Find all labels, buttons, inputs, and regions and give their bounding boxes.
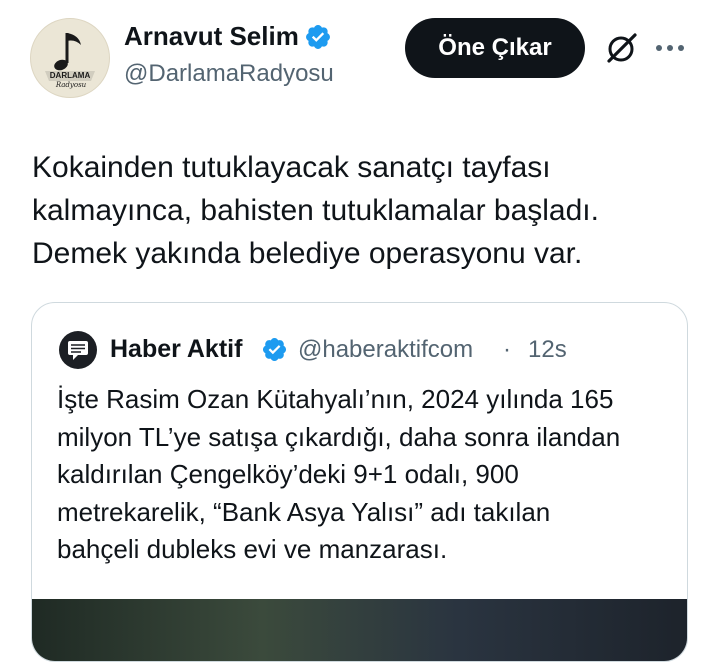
- quote-text: İşte Rasim Ozan Kütahyalı’nın, 2024 yılı…: [57, 384, 621, 564]
- avatar-script-text: Radyosu: [55, 81, 87, 89]
- quote-separator: ·: [503, 336, 511, 363]
- post-text: Kokainden tutuklayacak sanatçı tayfası k…: [32, 151, 599, 270]
- grok-icon[interactable]: [602, 28, 642, 68]
- author-avatar[interactable]: DARLAMA Radyosu: [30, 18, 110, 98]
- quote-author-avatar[interactable]: [59, 331, 97, 369]
- more-horizontal-icon[interactable]: [652, 33, 688, 63]
- quote-media-image[interactable]: [32, 599, 687, 661]
- verified-badge-icon[interactable]: [304, 23, 332, 51]
- darlama-logo-icon: DARLAMA Radyosu: [45, 33, 95, 89]
- news-chat-icon: [68, 341, 88, 360]
- quote-timestamp[interactable]: 12s: [528, 334, 567, 366]
- feature-button[interactable]: Öne Çıkar: [405, 18, 585, 78]
- quote-author-handle[interactable]: @haberaktifcom: [298, 334, 473, 366]
- author-name[interactable]: Arnavut Selim: [124, 20, 299, 52]
- avatar-logo-text: DARLAMA: [50, 71, 91, 80]
- quoted-post-card[interactable]: Haber Aktif @haberaktifcom · 12s İşte Ra…: [31, 302, 688, 662]
- quote-author-name[interactable]: Haber Aktif: [110, 333, 242, 365]
- quote-verified-badge-icon: [262, 337, 287, 362]
- author-handle[interactable]: @DarlamaRadyosu: [124, 59, 334, 89]
